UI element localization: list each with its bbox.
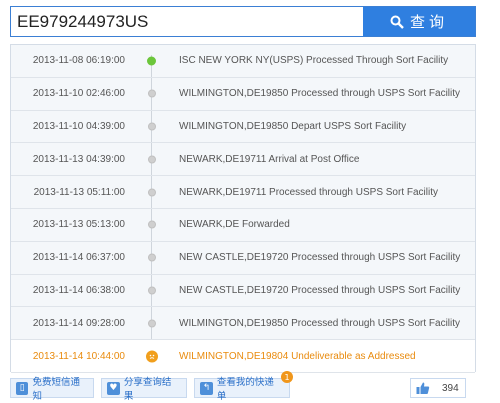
tracking-row: 2013-11-14 06:37:00 NEW CASTLE,DE19720 Pr… [11, 242, 475, 275]
heart-icon: ♥ [107, 381, 120, 395]
my-express-button[interactable]: ↰ 查看我的快递单 1 [194, 371, 293, 402]
search-icon [390, 15, 404, 29]
tracking-description: NEWARK,DE19711 Processed through USPS So… [179, 186, 438, 198]
tracking-description: WILMINGTON,DE19804 Undeliverable as Addr… [179, 350, 416, 362]
timeline-node [145, 251, 158, 264]
tracking-time: 2013-11-10 04:39:00 [32, 120, 125, 132]
timeline-dot-icon [147, 89, 156, 98]
search-button-label: 查询 [409, 13, 448, 31]
search-bar: 查询 [10, 6, 476, 37]
tracking-row: 2013-11-10 02:46:00 WILMINGTON,DE19850 Pr… [11, 78, 475, 111]
tracking-description: WILMINGTON,DE19850 Depart USPS Sort Faci… [179, 120, 407, 132]
tracking-time: 2013-11-13 05:13:00 [32, 219, 125, 231]
tracking-time: 2013-11-14 09:28:00 [32, 317, 125, 329]
tracking-description: NEW CASTLE,DE19720 Processed through USP… [179, 252, 461, 264]
notification-badge: 1 [281, 371, 293, 383]
timeline-node [145, 350, 158, 363]
timeline-dot-icon [147, 319, 156, 328]
tracking-timeline: 2013-11-08 06:19:00 ISC NEW YORK NY(USPS)… [10, 44, 476, 373]
timeline-node [145, 120, 158, 133]
timeline-dot-icon [147, 253, 156, 262]
my-express-label: 查看我的快递单 [216, 377, 274, 402]
tracking-time: 2013-11-13 04:39:00 [32, 153, 125, 165]
tracking-description: ISC NEW YORK NY(USPS) Processed Through … [179, 55, 449, 67]
tracking-row: 2013-11-14 10:44:00 WILMINGTON,DE19804 Un… [11, 340, 475, 373]
tracking-time: 2013-11-14 06:38:00 [32, 284, 125, 296]
tracking-time: 2013-11-14 10:44:00 [32, 350, 125, 362]
timeline-node [145, 186, 158, 199]
back-arrow-icon: ↰ [200, 381, 213, 395]
tracking-description: NEW CASTLE,DE19720 Processed through USP… [179, 284, 461, 296]
tracking-time: 2013-11-14 06:37:00 [32, 252, 125, 264]
warning-face-icon [145, 350, 158, 363]
thumbs-up-icon [416, 381, 430, 395]
timeline-dot-icon [147, 122, 156, 131]
timeline-node [145, 284, 158, 297]
share-result-button[interactable]: ♥ 分享查询结果 [101, 377, 187, 402]
like-button[interactable]: 394 [410, 378, 466, 398]
timeline-node [145, 218, 158, 231]
timeline-dot-icon [147, 286, 156, 295]
timeline-node [145, 317, 158, 330]
tracking-description: NEWARK,DE19711 Arrival at Post Office [179, 153, 360, 165]
tracking-time: 2013-11-08 06:19:00 [32, 55, 125, 67]
tracking-row: 2013-11-14 06:38:00 NEW CASTLE,DE19720 Pr… [11, 275, 475, 308]
tracking-row: 2013-11-08 06:19:00 ISC NEW YORK NY(USPS)… [11, 45, 475, 78]
sms-notify-label: 免费短信通知 [32, 377, 80, 402]
action-bar: ▯ 免费短信通知 ♥ 分享查询结果 ↰ 查看我的快递单 1 394 [10, 371, 476, 402]
tracking-row: 2013-11-13 05:13:00 NEWARK,DE Forwarded [11, 209, 475, 242]
search-button[interactable]: 查询 [363, 7, 475, 36]
tracking-number-input[interactable] [11, 7, 363, 36]
phone-icon: ▯ [16, 381, 29, 395]
timeline-node [145, 87, 158, 100]
like-count: 394 [442, 382, 459, 394]
tracking-row: 2013-11-14 09:28:00 WILMINGTON,DE19850 Pr… [11, 307, 475, 341]
timeline-dot-icon [147, 220, 156, 229]
current-status-dot-icon [147, 56, 156, 66]
tracking-description: WILMINGTON,DE19850 Processed through USP… [179, 88, 461, 100]
timeline-node [145, 54, 158, 67]
tracking-time: 2013-11-13 05:11:00 [33, 186, 125, 198]
sms-notify-button[interactable]: ▯ 免费短信通知 [10, 377, 94, 402]
timeline-node [145, 153, 158, 166]
tracking-row: 2013-11-13 04:39:00 NEWARK,DE19711 Arriva… [11, 143, 475, 177]
tracking-description: NEWARK,DE Forwarded [179, 219, 290, 231]
tracking-row: 2013-11-10 04:39:00 WILMINGTON,DE19850 De… [11, 111, 475, 144]
tracking-description: WILMINGTON,DE19850 Processed through USP… [179, 317, 461, 329]
tracking-row: 2013-11-13 05:11:00 NEWARK,DE19711 Proces… [11, 176, 475, 209]
timeline-dot-icon [147, 188, 156, 197]
tracking-time: 2013-11-10 02:46:00 [32, 88, 125, 100]
timeline-dot-icon [147, 155, 156, 164]
share-result-label: 分享查询结果 [123, 377, 172, 402]
